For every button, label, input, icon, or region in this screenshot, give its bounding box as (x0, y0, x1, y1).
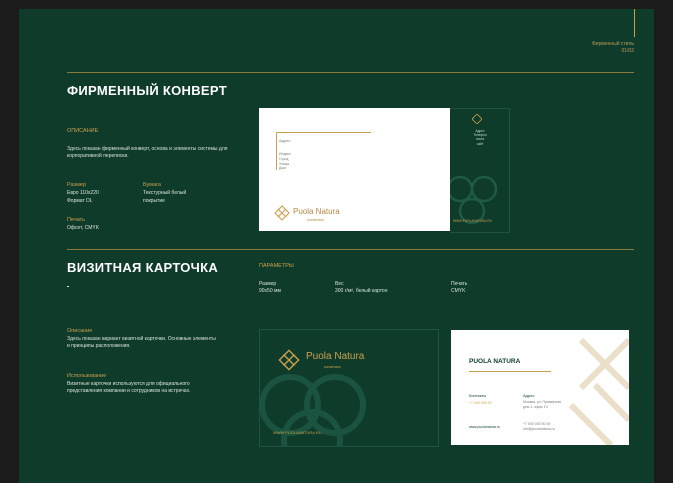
card-params-label: ПАРАМЕТРЫ (259, 263, 294, 269)
address-line-4: Дом (279, 166, 286, 171)
card-paper-label: Вес (335, 281, 344, 287)
card-front-brand: PUOLA NATURA (469, 358, 521, 365)
card-back-brand-sub: косметика (324, 365, 341, 369)
footer-right-2: info@puolanatura.ru (523, 426, 555, 431)
footer-right-1: +7 000 000 00 00 (523, 422, 551, 426)
envelope-back-url: WWW.PUOLANATURA.RU (453, 219, 492, 223)
card-back-url: WWW.PUOLANATURA.RU (273, 430, 322, 435)
card-front-col2-label: Адрес (523, 393, 535, 398)
business-card-front: PUOLA NATURA Контакты +7 000 000 00 Адре… (451, 330, 629, 445)
envelope-size-value-1: Евро 110х220 (67, 190, 99, 196)
back-line-3: сайт (476, 141, 484, 146)
card-paper-value: 300 г/м², белый картон (335, 288, 388, 294)
business-card-back: Puola Natura косметика WWW.PUOLANATURA.R… (259, 329, 439, 447)
card-title: ВИЗИТНАЯ КАРТОЧКА (67, 260, 219, 275)
card-usage-label: Использование (67, 373, 107, 379)
envelope-size-label: Размер (67, 182, 86, 188)
brand-logo-icon (274, 205, 290, 221)
brand-logo-icon (278, 349, 300, 371)
card-front-col1-value: +7 000 000 00 (469, 401, 492, 405)
brandbook-page: Фирменный стиль 01/02 ФИРМЕННЫЙ КОНВЕРТ … (19, 9, 654, 483)
card-print-label: Печать (451, 281, 468, 287)
envelope-paper-value-1: Текстурный белый (143, 190, 187, 196)
card-front-divider (469, 371, 551, 372)
card-print-value: CMYK (451, 288, 466, 294)
envelope-brand-name: Puola Natura (293, 207, 340, 216)
envelope-address-lines: Индекс Город Улица Дом (279, 152, 291, 171)
col2-line-2: дом 1, офис 10 (523, 404, 548, 409)
envelope-size-value-2: Формат DL (67, 198, 93, 204)
card-size-value: 90х50 мм (259, 288, 281, 294)
card-desc-label: Описание (67, 328, 93, 334)
envelope-paper-label: Бумага (143, 182, 161, 188)
envelope-desc-text: Здесь показан фирменный конверт, основа … (67, 146, 228, 159)
pattern-icon (568, 337, 629, 445)
envelope-print-value: Офсет, CMYK (67, 225, 100, 231)
page-no: 01/02 (621, 48, 634, 54)
page-meta: Фирменный стиль (592, 41, 634, 47)
envelope-title: ФИРМЕННЫЙ КОНВЕРТ (67, 83, 227, 98)
page-number: Фирменный стиль 01/02 (592, 41, 634, 55)
envelope-back-contacts: Адрес Телефон почта сайт (456, 129, 504, 146)
envelope-address-line (276, 132, 371, 133)
col2-line-1: Москва, ул. Примерная (523, 400, 562, 404)
card-back-brand: Puola Natura (306, 351, 365, 362)
envelope-brand-sub: косметика (307, 218, 324, 222)
card-desc-text: Здесь показан вариант визитной карточки.… (67, 336, 216, 349)
section-divider-2 (67, 249, 634, 250)
envelope-address-label: Адрес (279, 138, 291, 143)
card-front-footer-right: +7 000 000 00 00 info@puolanatura.ru (523, 422, 555, 431)
dash-mark (67, 286, 69, 287)
section-divider (67, 72, 634, 73)
brand-mark-icon (472, 114, 482, 124)
envelope-paper-value-2: покрытие (143, 198, 165, 204)
top-divider (634, 9, 635, 37)
card-front-footer-left: www.puolanatura.ru (469, 425, 500, 429)
card-front-col2-value: Москва, ул. Примерная дом 1, офис 10 (523, 400, 561, 409)
card-size-label: Размер (259, 281, 277, 287)
envelope-address-bar (276, 132, 277, 170)
card-usage-text: Визитные карточки используются для офици… (67, 381, 191, 394)
envelope-front: Адрес Индекс Город Улица Дом Puola Natur… (259, 108, 450, 231)
envelope-desc-label: ОПИСАНИЕ (67, 128, 99, 134)
envelope-print-label: Печать (67, 217, 86, 223)
envelope-back: Адрес Телефон почта сайт WWW.PUOLANATURA… (450, 108, 510, 233)
card-front-col1-label: Контакты (469, 393, 487, 398)
